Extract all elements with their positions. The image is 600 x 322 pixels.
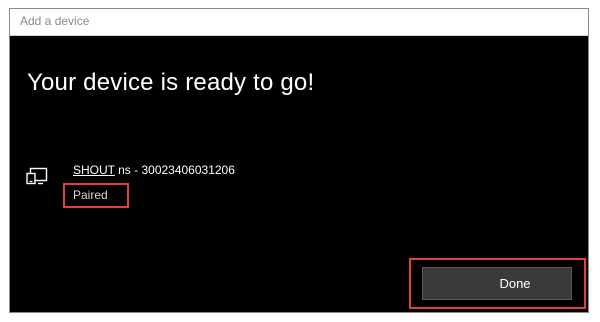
done-button-label: Done <box>499 276 531 291</box>
device-pair-icon <box>26 167 48 185</box>
title-bar: Add a device <box>10 9 588 36</box>
done-button[interactable]: Done <box>422 267 572 300</box>
add-device-dialog: Add a device Your device is ready to go!… <box>9 8 589 313</box>
done-button-highlight: Done <box>409 258 586 309</box>
device-name-prefix: SHOUT <box>73 163 115 177</box>
device-name: SHOUT ns - 30023406031206 <box>73 163 235 177</box>
paired-status-highlight: Paired <box>63 183 129 208</box>
page-heading: Your device is ready to go! <box>27 69 315 96</box>
window-title: Add a device <box>20 14 90 28</box>
device-name-suffix: ns - 30023406031206 <box>114 163 235 177</box>
status-badge: Paired <box>73 188 108 202</box>
